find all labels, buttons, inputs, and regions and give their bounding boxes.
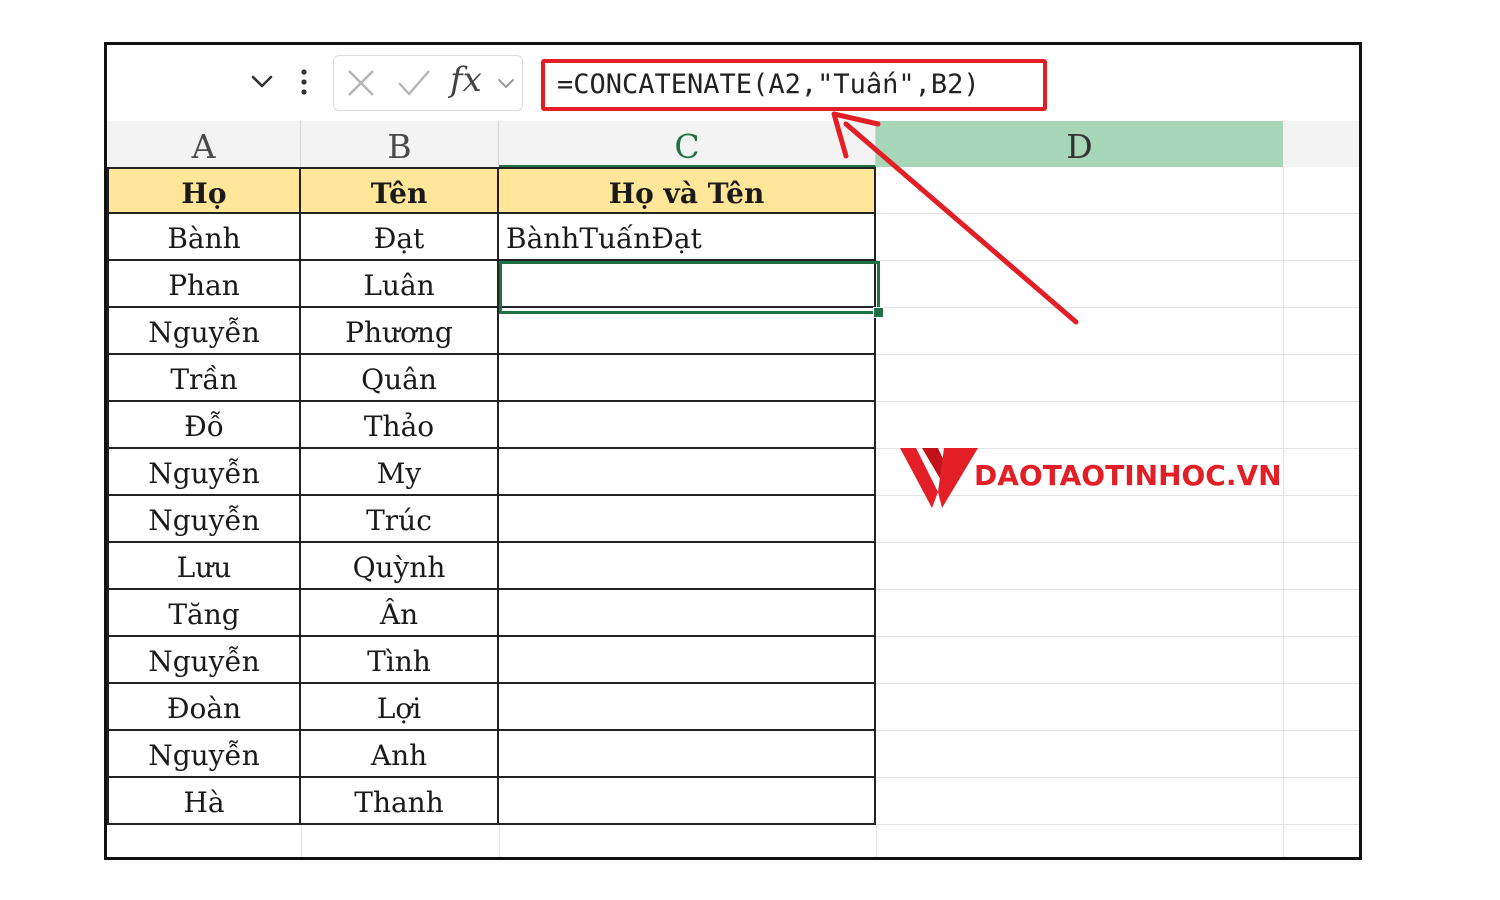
gridline xyxy=(876,777,1359,778)
vertical-dots-icon[interactable] xyxy=(300,67,308,97)
table-cell-a[interactable]: Nguyễn xyxy=(107,449,301,496)
table-cell-c[interactable] xyxy=(499,402,876,449)
table-cell-b[interactable]: Lợi xyxy=(301,684,499,731)
gridline xyxy=(876,824,1359,825)
table-cell-a[interactable]: Đoàn xyxy=(107,684,301,731)
fill-handle[interactable] xyxy=(873,307,884,318)
table-cell-a[interactable]: Trần xyxy=(107,355,301,402)
table-cell-c[interactable] xyxy=(499,543,876,590)
column-header-d[interactable]: D xyxy=(876,121,1283,167)
formula-bar: fx =CONCATENATE(A2,"Tuấn",B2) xyxy=(107,45,1359,121)
table-cell-a[interactable]: Nguyễn xyxy=(107,731,301,778)
table-cell-b[interactable]: Thảo xyxy=(301,402,499,449)
gridline xyxy=(301,825,302,857)
table-cell-a[interactable]: Hà xyxy=(107,778,301,825)
table-cell-b[interactable]: Đạt xyxy=(301,214,499,261)
table-cell-b[interactable]: Luân xyxy=(301,261,499,308)
table-cell-c[interactable] xyxy=(499,778,876,825)
table-cell-c[interactable] xyxy=(499,449,876,496)
column-header-e[interactable] xyxy=(1283,121,1359,167)
gridline xyxy=(876,354,1359,355)
table-cell-c[interactable] xyxy=(499,684,876,731)
table-cell-b[interactable]: My xyxy=(301,449,499,496)
gridline xyxy=(876,730,1359,731)
table-cell-b[interactable]: Quân xyxy=(301,355,499,402)
gridline xyxy=(876,825,877,857)
gridline xyxy=(876,213,1359,214)
table-cell-c[interactable] xyxy=(499,590,876,637)
table-cell-a[interactable]: Nguyễn xyxy=(107,637,301,684)
check-icon[interactable] xyxy=(396,68,432,98)
gridline xyxy=(876,589,1359,590)
chevron-down-icon[interactable] xyxy=(245,69,279,95)
fx-icon[interactable]: fx xyxy=(450,60,482,100)
formula-commands: fx xyxy=(333,55,523,111)
table-cell-c[interactable] xyxy=(499,308,876,355)
gridline xyxy=(876,636,1359,637)
gridline xyxy=(876,401,1359,402)
table-cell-c[interactable] xyxy=(499,355,876,402)
table-cell-a[interactable]: Phan xyxy=(107,261,301,308)
logo-text: DAOTAOTINHOC.VN xyxy=(974,459,1282,492)
column-header-c[interactable]: C xyxy=(499,121,876,167)
header-cell-ho[interactable]: Họ xyxy=(107,167,301,214)
column-header-a[interactable]: A xyxy=(107,121,301,167)
table-cell-c[interactable] xyxy=(499,261,876,308)
table-cell-a[interactable]: Nguyễn xyxy=(107,496,301,543)
x-icon[interactable] xyxy=(346,68,376,98)
gridline xyxy=(499,825,500,857)
table-cell-b[interactable]: Phương xyxy=(301,308,499,355)
table-cell-c[interactable] xyxy=(499,731,876,778)
chevron-down-icon[interactable] xyxy=(496,76,516,92)
column-header-b[interactable]: B xyxy=(301,121,499,167)
table-cell-a[interactable]: Bành xyxy=(107,214,301,261)
gridline xyxy=(876,260,1359,261)
gridline xyxy=(876,542,1359,543)
gridline xyxy=(876,307,1359,308)
v-logo-icon xyxy=(900,448,978,508)
name-box[interactable] xyxy=(107,57,279,107)
table-cell-b[interactable]: Quỳnh xyxy=(301,543,499,590)
table-cell-b[interactable]: Trúc xyxy=(301,496,499,543)
table-cell-a[interactable]: Nguyễn xyxy=(107,308,301,355)
table-cell-a[interactable]: Đỗ xyxy=(107,402,301,449)
table-cell-c[interactable] xyxy=(499,496,876,543)
table-cell-c[interactable] xyxy=(499,637,876,684)
header-cell-ho-va-ten[interactable]: Họ và Tên xyxy=(499,167,876,214)
table-cell-b[interactable]: Ân xyxy=(301,590,499,637)
table-cell-b[interactable]: Anh xyxy=(301,731,499,778)
header-cell-ten[interactable]: Tên xyxy=(301,167,499,214)
formula-input[interactable]: =CONCATENATE(A2,"Tuấn",B2) xyxy=(541,59,1047,111)
table-cell-b[interactable]: Tình xyxy=(301,637,499,684)
gridline xyxy=(876,683,1359,684)
table-cell-b[interactable]: Thanh xyxy=(301,778,499,825)
brand-logo: DAOTAOTINHOC.VN xyxy=(898,442,1318,514)
table-cell-a[interactable]: Lưu xyxy=(107,543,301,590)
table-cell-a[interactable]: Tăng xyxy=(107,590,301,637)
table-cell-c[interactable]: BànhTuấnĐạt xyxy=(499,214,876,261)
